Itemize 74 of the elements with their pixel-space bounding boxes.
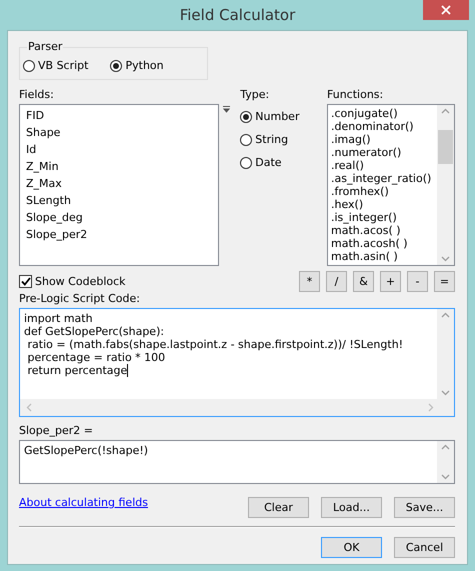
- checkbox-label: Show Codeblock: [35, 275, 126, 288]
- close-icon: [441, 5, 451, 15]
- fields-label: Fields:: [19, 88, 55, 101]
- scroll-down-icon[interactable]: [441, 390, 450, 396]
- function-item[interactable]: math.acos( ): [331, 224, 434, 237]
- code-editor[interactable]: import math def GetSlopePerc(shape): ratio = (math.fabs(shape.lastpoint.z - shape.firstpoint.z))/ !SLength! percentage = ratio * 100 return percentage: [19, 308, 455, 417]
- field-item[interactable]: Z_Min: [26, 158, 212, 175]
- field-item[interactable]: Id: [26, 141, 212, 158]
- field-item[interactable]: Slope_per2: [26, 226, 212, 243]
- code-line: ratio = (math.fabs(shape.lastpoint.z - shape.firstpoint.z))/ !SLength!: [26, 338, 404, 351]
- scroll-up-icon[interactable]: [441, 444, 450, 450]
- operator-button[interactable]: &: [353, 271, 374, 292]
- dialog-button[interactable]: OK: [321, 537, 382, 558]
- dialog-button[interactable]: Cancel: [394, 537, 455, 558]
- checkmark-icon: [20, 277, 30, 286]
- radio-button[interactable]: [110, 60, 122, 72]
- radio-label: String: [255, 133, 288, 146]
- function-item[interactable]: .as_integer_ratio(): [331, 172, 434, 185]
- function-item[interactable]: math.acosh( ): [331, 237, 434, 250]
- code-line: percentage = ratio * 100: [26, 351, 166, 364]
- group-label: Parser: [27, 40, 64, 53]
- function-item[interactable]: .numerator(): [331, 146, 434, 159]
- scroll-right-icon[interactable]: [428, 403, 434, 412]
- function-item[interactable]: .hex(): [331, 198, 434, 211]
- pre-logic-label: Pre-Logic Script Code:: [19, 292, 141, 305]
- radio-button[interactable]: [240, 134, 252, 146]
- operator-button[interactable]: *: [299, 271, 320, 292]
- scroll-up-icon[interactable]: [441, 312, 450, 318]
- function-item[interactable]: math.asin( ): [331, 250, 434, 263]
- scroll-up-icon[interactable]: [441, 108, 450, 114]
- scrollbar-thumb[interactable]: [438, 130, 453, 164]
- operator-button[interactable]: /: [326, 271, 347, 292]
- radio-button[interactable]: [23, 60, 35, 72]
- file-button[interactable]: Clear: [248, 497, 309, 518]
- function-item[interactable]: .fromhex(): [331, 185, 434, 198]
- type-label: Type:: [240, 88, 270, 101]
- radio-label: Date: [255, 156, 282, 169]
- functions-label: Functions:: [327, 88, 384, 101]
- field-item[interactable]: FID: [26, 107, 212, 124]
- function-item[interactable]: .denominator(): [331, 120, 434, 133]
- radio-label: Number: [255, 110, 300, 123]
- window-title: Field Calculator: [180, 6, 296, 24]
- functions-list[interactable]: .conjugate() .denominator() .imag() .numerator() .real() .as_integer_ratio() .fromhex() .hex() .is_integer() math.acos( ) math.acosh( ) math.asin( ): [327, 104, 455, 266]
- checkbox[interactable]: [19, 275, 32, 288]
- function-item[interactable]: .conjugate(): [331, 107, 434, 120]
- scroll-down-icon[interactable]: [441, 256, 450, 262]
- code-line: return percentage: [26, 364, 130, 377]
- radio-label: Python: [125, 59, 164, 72]
- field-item[interactable]: Slope_deg: [26, 209, 212, 226]
- expression-field[interactable]: GetSlopePerc(!shape!): [19, 440, 455, 484]
- radio-label: VB Script: [38, 59, 88, 72]
- fields-list[interactable]: FID Shape Id Z_Min Z_Max SLength Slope_deg Slope_per2: [19, 104, 219, 266]
- operator-button[interactable]: +: [380, 271, 401, 292]
- function-item[interactable]: .is_integer(): [331, 211, 434, 224]
- radio-button[interactable]: [240, 110, 252, 122]
- expression-text: GetSlopePerc(!shape!): [24, 444, 150, 457]
- file-button[interactable]: Load...: [321, 497, 382, 518]
- code-line: import math: [24, 312, 94, 325]
- scroll-left-icon[interactable]: [26, 403, 32, 412]
- expression-label: Slope_per2 =: [19, 424, 94, 437]
- function-item[interactable]: .real(): [331, 159, 434, 172]
- field-item[interactable]: Shape: [26, 124, 212, 141]
- function-item[interactable]: .imag(): [331, 133, 434, 146]
- sort-icon[interactable]: [223, 106, 230, 113]
- field-item[interactable]: SLength: [26, 192, 212, 209]
- operator-button[interactable]: =: [434, 271, 455, 292]
- radio-button[interactable]: [240, 156, 252, 168]
- help-link[interactable]: About calculating fields: [19, 496, 148, 509]
- operator-button[interactable]: -: [407, 271, 428, 292]
- close-button[interactable]: [423, 0, 469, 20]
- field-item[interactable]: Z_Max: [26, 175, 212, 192]
- code-line: def GetSlopePerc(shape):: [24, 325, 166, 338]
- file-button[interactable]: Save...: [394, 497, 455, 518]
- scroll-down-icon[interactable]: [441, 474, 450, 480]
